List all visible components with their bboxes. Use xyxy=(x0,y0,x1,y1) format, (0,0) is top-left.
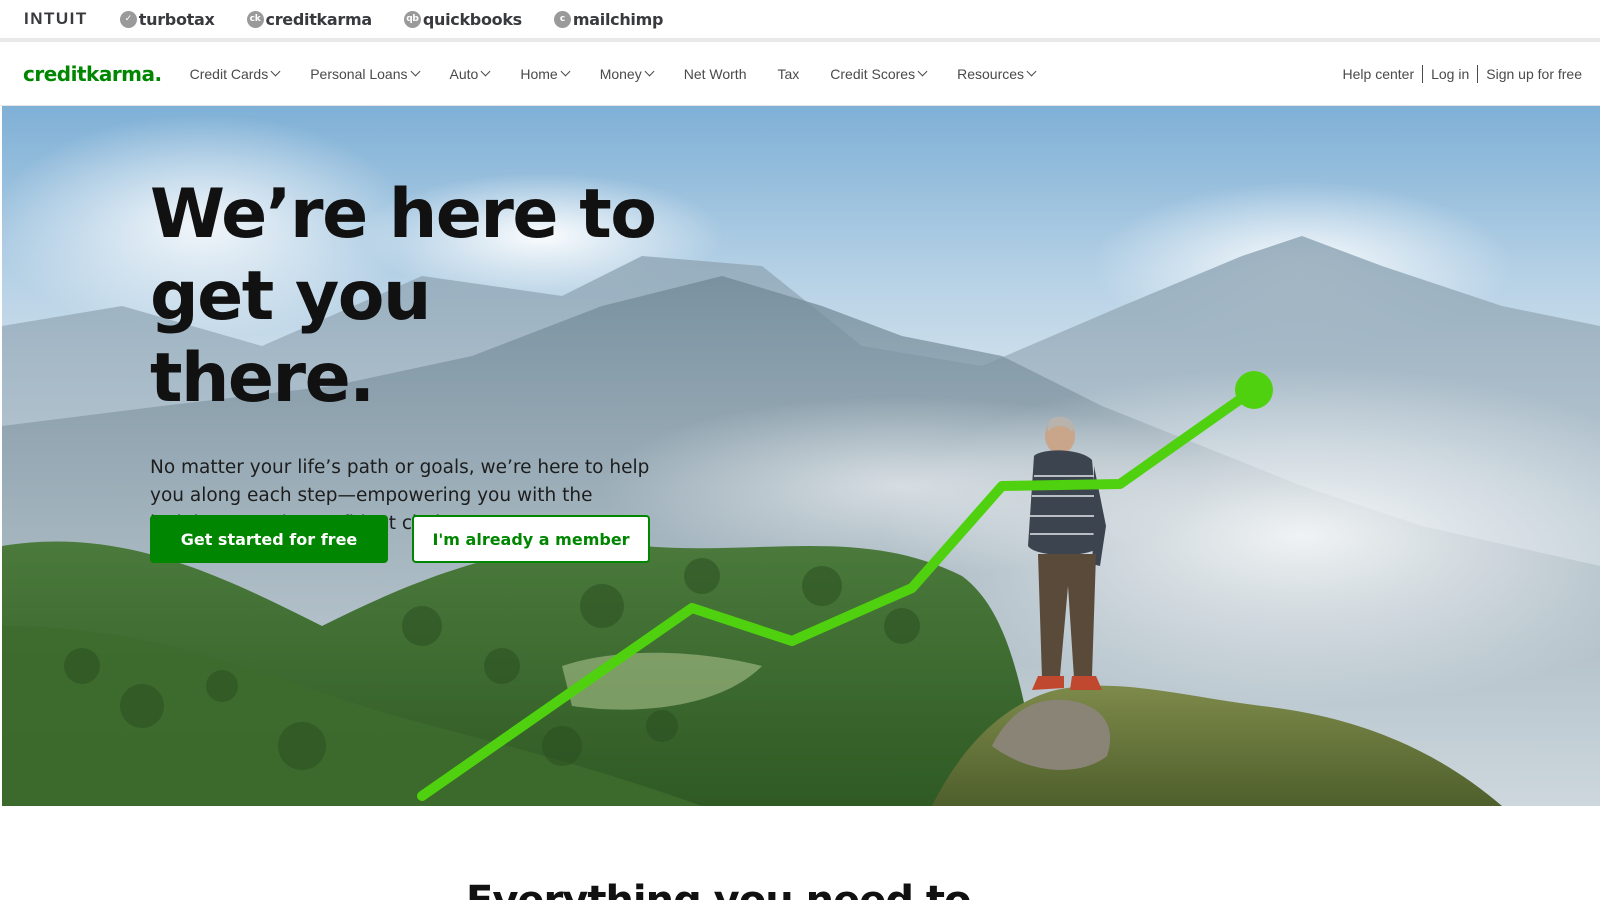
nav-item-personal-loans[interactable]: Personal Loans xyxy=(310,65,420,82)
chevron-down-icon xyxy=(917,66,928,77)
nav-item-auto[interactable]: Auto xyxy=(449,65,491,82)
brand-name: creditkarma xyxy=(23,61,155,86)
chevron-down-icon xyxy=(1026,66,1037,77)
hero-copy: We’re here to get you there. No matter y… xyxy=(150,174,670,538)
nav-item-label: Home xyxy=(520,65,558,82)
nav-item-label: Resources xyxy=(957,65,1025,82)
nav-item-money[interactable]: Money xyxy=(599,65,655,82)
nav-item-label: Money xyxy=(599,65,642,82)
nav-item-label: Personal Loans xyxy=(310,65,408,82)
nav-item-label: Credit Cards xyxy=(189,65,269,82)
family-link-label: quickbooks xyxy=(422,9,522,29)
nav-item-label: Net Worth xyxy=(683,65,747,82)
family-link-creditkarma[interactable]: ck creditkarma xyxy=(246,9,373,29)
nav-item-label: Tax xyxy=(777,65,800,82)
nav-item-credit-cards[interactable]: Credit Cards xyxy=(189,65,281,82)
nav-item-label: Credit Scores xyxy=(830,65,916,82)
quickbooks-logo-icon: qb xyxy=(403,10,421,28)
nav-item-net-worth[interactable]: Net Worth xyxy=(684,66,747,82)
nav-separator xyxy=(1422,65,1424,83)
creditkarma-logo-icon: ck xyxy=(246,10,264,28)
chevron-down-icon xyxy=(410,66,420,77)
family-link-quickbooks[interactable]: qb quickbooks xyxy=(403,9,522,29)
account-links: Help center Log in Sign up for free xyxy=(1343,42,1582,106)
check-circle-icon: ✓ xyxy=(119,10,137,28)
section-heading: Everything you need to xyxy=(466,878,972,900)
hero-title: We’re here to get you there. xyxy=(150,174,670,420)
hero-title-line-2: get you there. xyxy=(150,257,431,418)
chevron-down-icon xyxy=(560,66,571,77)
get-started-button[interactable]: Get started for free xyxy=(150,515,388,563)
intuit-family-bar: INTUIT ✓ turbotax ck creditkarma qb quic… xyxy=(0,0,1600,38)
already-member-button[interactable]: I'm already a member xyxy=(412,515,650,563)
nav-menu: Credit Cards Personal Loans Auto Home Mo… xyxy=(190,66,1066,82)
family-link-label: creditkarma xyxy=(265,9,373,29)
help-center-link[interactable]: Help center xyxy=(1343,66,1415,82)
family-link-label: turbotax xyxy=(138,9,215,29)
hero-banner: We’re here to get you there. No matter y… xyxy=(2,106,1600,806)
hero-cta-group: Get started for free I'm already a membe… xyxy=(150,515,650,563)
nav-item-tax[interactable]: Tax xyxy=(777,66,799,82)
brand-dot: . xyxy=(154,61,163,86)
login-link[interactable]: Log in xyxy=(1431,66,1469,82)
mailchimp-logo-icon: c xyxy=(553,10,571,28)
family-link-mailchimp[interactable]: c mailchimp xyxy=(553,9,664,29)
nav-item-home[interactable]: Home xyxy=(520,65,571,82)
creditkarma-logo[interactable]: creditkarma. xyxy=(23,62,162,86)
family-link-label: mailchimp xyxy=(572,9,664,29)
growth-chart-endpoint xyxy=(1235,371,1273,409)
nav-item-resources[interactable]: Resources xyxy=(957,65,1037,82)
nav-separator xyxy=(1477,65,1479,83)
nav-item-label: Auto xyxy=(449,65,479,82)
chevron-down-icon xyxy=(644,66,655,77)
nav-item-credit-scores[interactable]: Credit Scores xyxy=(830,65,928,82)
main-navigation: creditkarma. Credit Cards Personal Loans… xyxy=(0,42,1600,106)
intuit-logo[interactable]: INTUIT xyxy=(24,9,88,29)
family-link-turbotax[interactable]: ✓ turbotax xyxy=(119,9,215,29)
signup-link[interactable]: Sign up for free xyxy=(1486,66,1582,82)
hero-title-line-1: We’re here to xyxy=(150,175,657,254)
chevron-down-icon xyxy=(480,66,491,77)
chevron-down-icon xyxy=(270,66,281,77)
